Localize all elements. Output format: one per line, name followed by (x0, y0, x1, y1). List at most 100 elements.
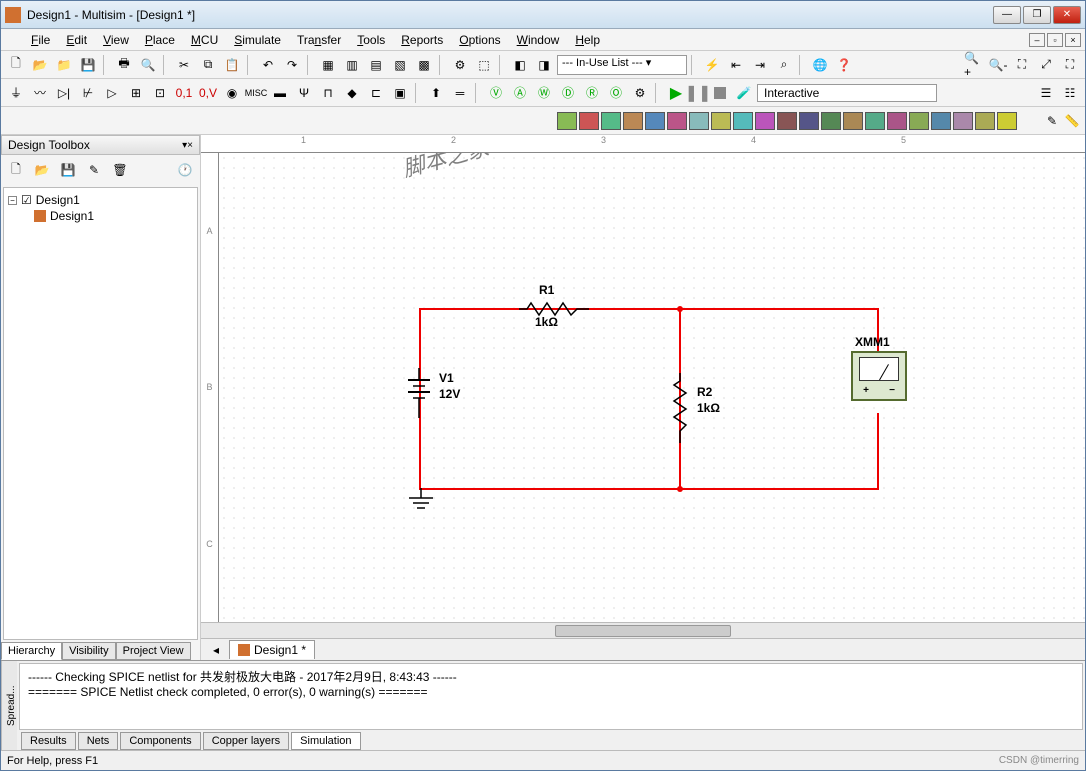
analysis-dropdown[interactable]: Interactive (757, 84, 937, 102)
battery-symbol[interactable] (404, 368, 434, 418)
toggle-border-icon[interactable]: ▥ (341, 54, 363, 76)
r1-value[interactable]: 1kΩ (535, 315, 558, 329)
network-analyzer-icon[interactable] (843, 112, 863, 130)
menu-tools[interactable]: Tools (349, 31, 393, 49)
ground-symbol[interactable] (407, 488, 435, 516)
v1-value[interactable]: 12V (439, 387, 460, 401)
place-diode-icon[interactable]: ▷| (53, 82, 75, 104)
place-misc-digital-icon[interactable]: 0,1 (173, 82, 195, 104)
place-cmos-icon[interactable]: ⊡ (149, 82, 171, 104)
wire[interactable] (419, 488, 879, 490)
stop-button[interactable] (709, 82, 731, 104)
canvas-tab-design1[interactable]: Design1 * (229, 640, 315, 659)
nav-back-icon[interactable]: ⇤ (725, 54, 747, 76)
freq-counter-icon[interactable] (689, 112, 709, 130)
open-sample-icon[interactable]: 📁 (53, 54, 75, 76)
grapher-icon[interactable]: ▩ (413, 54, 435, 76)
place-power-icon[interactable]: MISC (245, 82, 267, 104)
word-gen-icon[interactable] (711, 112, 731, 130)
nav-fwd-icon[interactable]: ⇥ (749, 54, 771, 76)
multimeter-instrument[interactable]: +− (851, 351, 907, 401)
find-icon[interactable]: ⌕ (773, 54, 795, 76)
probe-settings-icon[interactable]: ⚙ (629, 82, 651, 104)
agilent-scope-icon[interactable] (909, 112, 929, 130)
elvis-icon[interactable]: ◨ (533, 54, 555, 76)
place-ni-icon[interactable]: ◆ (341, 82, 363, 104)
resistor-r2-symbol[interactable] (672, 373, 688, 443)
edaparts-icon[interactable]: 🌐 (809, 54, 831, 76)
place-electromech-icon[interactable]: ⊓ (317, 82, 339, 104)
probe-digital-icon[interactable]: Ⓞ (605, 82, 627, 104)
labview-icon[interactable] (953, 112, 973, 130)
close-button[interactable]: ✕ (1053, 6, 1081, 24)
scroll-tabs-left-icon[interactable]: ◂ (205, 639, 227, 661)
schematic-canvas[interactable]: 脚本之家 www.jb51.net V1 (219, 153, 1085, 622)
fullscreen-icon[interactable]: ⛶ (1059, 54, 1081, 76)
open-file-icon[interactable]: 📂 (29, 54, 51, 76)
zoom-in-icon[interactable]: 🔍+ (963, 54, 985, 76)
probe-ref-icon[interactable]: Ⓡ (581, 82, 603, 104)
toggle-grid-icon[interactable]: ▦ (317, 54, 339, 76)
tab-simulation[interactable]: Simulation (291, 732, 360, 750)
mdi-minimize-button[interactable]: – (1029, 33, 1045, 47)
copy-icon[interactable]: ⧉ (197, 54, 219, 76)
place-connector-icon[interactable]: ⊏ (365, 82, 387, 104)
oscilloscope-icon[interactable] (623, 112, 643, 130)
new-file-icon[interactable]: 🗋 (5, 54, 27, 76)
panel-close-icon[interactable]: × (187, 140, 193, 151)
menu-options[interactable]: Options (451, 31, 508, 49)
menu-edit[interactable]: Edit (58, 31, 95, 49)
place-indicator-icon[interactable]: ◉ (221, 82, 243, 104)
menu-place[interactable]: Place (137, 31, 183, 49)
place-mcu-icon[interactable]: ▣ (389, 82, 411, 104)
mdi-restore-button[interactable]: ▫ (1047, 33, 1063, 47)
tek-scope-icon[interactable] (931, 112, 951, 130)
place-ttl-icon[interactable]: ⊞ (125, 82, 147, 104)
probe-w-icon[interactable]: Ⓦ (533, 82, 555, 104)
probe-v-icon[interactable]: Ⓥ (485, 82, 507, 104)
menu-help[interactable]: Help (567, 31, 608, 49)
zoom-fit-icon[interactable]: ⤢ (1035, 54, 1057, 76)
redo-icon[interactable]: ↷ (281, 54, 303, 76)
in-use-list-dropdown[interactable]: --- In-Use List --- ▾ (557, 55, 687, 75)
elvismx-icon[interactable] (975, 112, 995, 130)
maximize-button[interactable]: ❐ (1023, 6, 1051, 24)
menu-transfer[interactable]: Transfer (289, 31, 349, 49)
tab-hierarchy[interactable]: Hierarchy (1, 642, 62, 660)
zoom-area-icon[interactable]: ⛶ (1011, 54, 1033, 76)
hierarchy-up-icon[interactable]: ⬆ (425, 82, 447, 104)
delete-page-icon[interactable]: 🗑 (109, 159, 131, 181)
measurement-icon[interactable]: 📏 (1063, 110, 1081, 132)
cut-icon[interactable]: ✂ (173, 54, 195, 76)
agilent-fgen-icon[interactable] (865, 112, 885, 130)
tab-project-view[interactable]: Project View (116, 642, 191, 660)
r2-ref[interactable]: R2 (697, 385, 712, 399)
v1-ref[interactable]: V1 (439, 371, 454, 385)
tab-components[interactable]: Components (120, 732, 200, 750)
place-mixed-icon[interactable]: 0,V (197, 82, 219, 104)
spreadsheet-label[interactable]: Spread... (1, 661, 17, 750)
refresh-icon[interactable]: 🕐 (174, 159, 196, 181)
current-clamp-icon[interactable] (997, 112, 1017, 130)
checkbox-icon[interactable]: ☑ (21, 193, 32, 207)
tab-results[interactable]: Results (21, 732, 76, 750)
spectrum-icon[interactable] (821, 112, 841, 130)
zoom-out-icon[interactable]: 🔍- (987, 54, 1009, 76)
toggle-spreadsheet-icon[interactable]: ☷ (1059, 82, 1081, 104)
xmm1-ref[interactable]: XMM1 (855, 335, 890, 349)
place-analog-icon[interactable]: ▷ (101, 82, 123, 104)
expand-icon[interactable]: − (8, 196, 17, 205)
probe-tool-icon[interactable]: ✎ (1043, 110, 1061, 132)
menu-file[interactable]: FFileile (23, 31, 58, 49)
paste-icon[interactable]: 📋 (221, 54, 243, 76)
horizontal-scrollbar[interactable] (201, 622, 1085, 638)
tab-nets[interactable]: Nets (78, 732, 119, 750)
logic-analyzer-icon[interactable] (733, 112, 753, 130)
place-misc-icon[interactable]: ▬ (269, 82, 291, 104)
bode-plotter-icon[interactable] (667, 112, 687, 130)
print-icon[interactable]: 🖶 (113, 54, 135, 76)
undo-icon[interactable]: ↶ (257, 54, 279, 76)
tree-child-item[interactable]: Design1 (8, 208, 193, 224)
electrical-rules-icon[interactable]: ⚡ (701, 54, 723, 76)
logic-converter-icon[interactable] (755, 112, 775, 130)
